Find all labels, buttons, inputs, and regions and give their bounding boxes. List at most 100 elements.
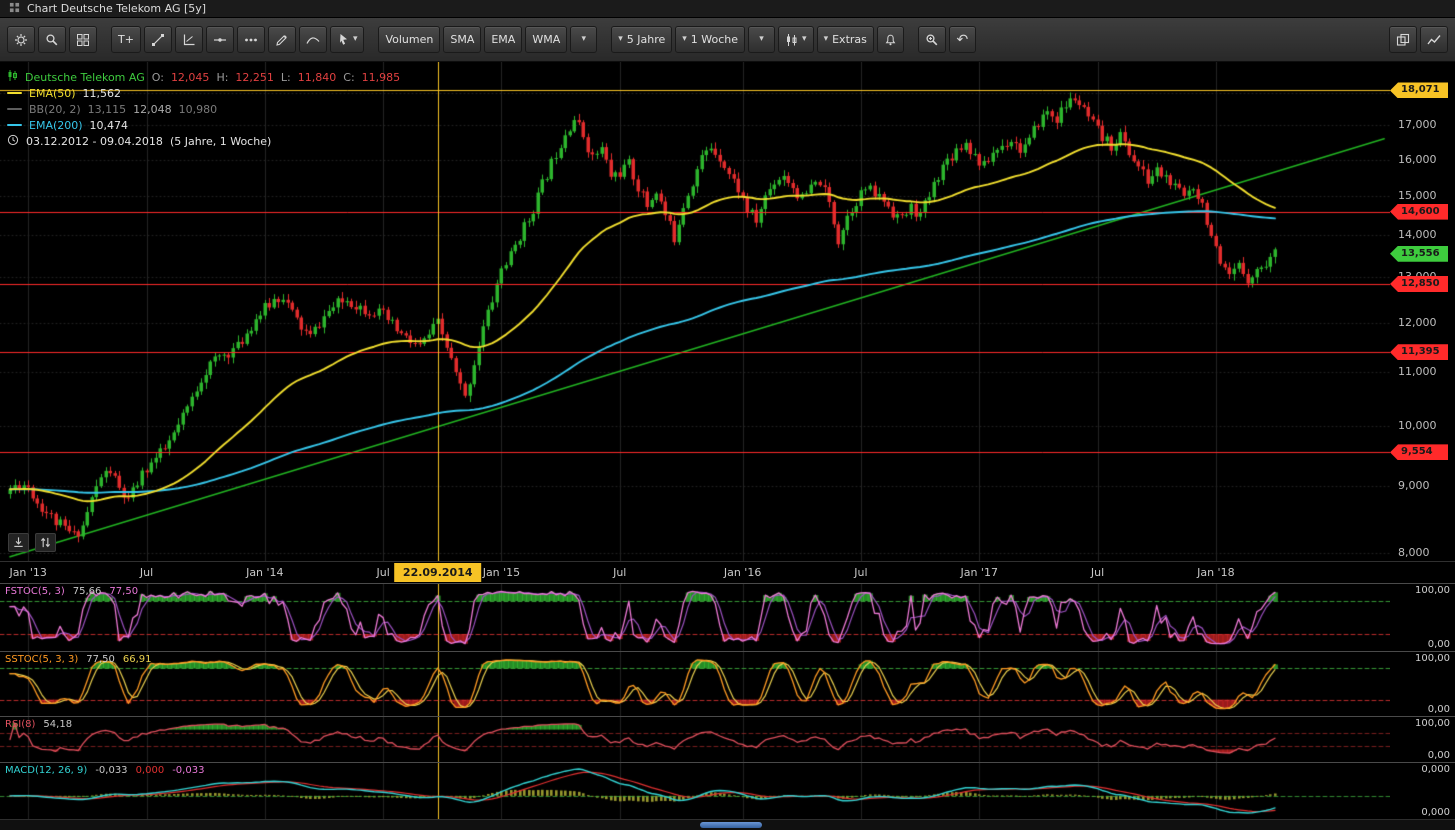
high-label: H: (216, 71, 228, 84)
pencil-icon (275, 33, 289, 47)
text-tool-button[interactable]: T+ (111, 26, 141, 53)
period-select-label: 5 Jahre (627, 33, 666, 46)
fstoc-label: FSTOC(5, 3) (5, 586, 65, 597)
sstoc-panel: SSTOC(5, 3, 3)77,5066,91100,000,00 (0, 651, 1455, 716)
bb-lower-value: 10,980 (179, 103, 218, 116)
time-axis: Jan '13JulJan '14JulJan '15JulJan '16Jul… (0, 561, 1455, 583)
macd-legend: MACD(12, 26, 9)-0,0330,000-0,033 (5, 765, 204, 776)
sma-toggle-label: SMA (450, 33, 474, 46)
fstoc-axis-top: 100,00 (1415, 585, 1450, 596)
wma-toggle-button[interactable]: WMA (525, 26, 567, 53)
time-axis-label: Jan '18 (1197, 566, 1234, 579)
time-axis-label: Jan '16 (724, 566, 761, 579)
text-tool-label: T+ (118, 33, 134, 46)
alert-bell-button[interactable] (877, 26, 904, 53)
reorder-panels-button[interactable] (35, 533, 56, 552)
macd-value: 0,000 (136, 765, 165, 776)
title-bar: Chart Deutsche Telekom AG [5y] (0, 0, 1455, 18)
sma-toggle-button[interactable]: SMA (443, 26, 481, 53)
range-info: (5 Jahre, 1 Woche) (170, 135, 271, 148)
rsi-axis-top: 100,00 (1415, 718, 1450, 729)
time-axis-label: Jan '17 (960, 566, 997, 579)
settings-button[interactable] (7, 26, 35, 53)
clock-icon (7, 134, 19, 149)
price-axis-label: 14,000 (1398, 228, 1437, 242)
ema200-value: 10,474 (90, 119, 129, 132)
trendline-tool-button[interactable] (144, 26, 172, 53)
caret-down-icon: ▾ (353, 35, 358, 44)
fstoc-canvas[interactable] (0, 584, 1390, 651)
ema200-label: EMA(200) (29, 119, 83, 132)
price-tag: 18,071 (1390, 82, 1448, 98)
candlestick-icon (7, 69, 18, 85)
cursor-icon (337, 33, 349, 46)
chart-legend: Deutsche Telekom AG O: 12,045 H: 12,251 … (7, 69, 400, 149)
rsi-value: 54,18 (43, 719, 72, 730)
crosshair-date-tag: 22.09.2014 (394, 563, 482, 582)
measure-icon (182, 33, 196, 47)
horizontal-scrollbar[interactable] (0, 819, 1455, 830)
rsi-axis-bottom: 0,00 (1428, 750, 1450, 761)
price-axis-label: 15,000 (1398, 189, 1437, 203)
chart-style-button[interactable] (1420, 26, 1448, 53)
low-label: L: (281, 71, 291, 84)
bb-upper-value: 13,115 (88, 103, 127, 116)
polyline-tool-button[interactable] (237, 26, 265, 53)
rsi-canvas[interactable] (0, 717, 1390, 762)
download-button[interactable] (8, 533, 29, 552)
scrollbar-thumb[interactable] (700, 822, 762, 828)
interval-more-button[interactable]: ▾ (748, 26, 775, 53)
legend-bb-row: BB(20, 2) 13,115 12,048 10,980 (7, 101, 400, 117)
price-axis-label: 16,000 (1398, 153, 1437, 167)
legend-ema200-row: EMA(200) 10,474 (7, 117, 400, 133)
rsi-panel: RSI(8)54,18100,000,00 (0, 716, 1455, 762)
indicator-more-button[interactable]: ▾ (570, 26, 597, 53)
charttype-select-button[interactable]: ▾ (778, 26, 814, 53)
magnifier-icon (45, 33, 59, 47)
caret-down-icon: ▾ (618, 35, 623, 44)
macd-canvas[interactable] (0, 763, 1390, 819)
extras-menu-button[interactable]: ▾Extras (817, 26, 874, 53)
macd-axis-top: 0,000 (1421, 764, 1450, 775)
ema-toggle-button[interactable]: EMA (484, 26, 522, 53)
measure-tool-button[interactable] (175, 26, 203, 53)
time-axis-label: Jul (376, 566, 389, 579)
bb-label: BB(20, 2) (29, 103, 81, 116)
fstoc-value: 75,66 (73, 586, 102, 597)
price-axis-label: 11,000 (1398, 365, 1437, 379)
sstoc-legend: SSTOC(5, 3, 3)77,5066,91 (5, 654, 152, 665)
caret-down-icon: ▾ (824, 35, 829, 44)
fstoc-legend: FSTOC(5, 3)75,6677,50 (5, 586, 138, 597)
macd-label: MACD(12, 26, 9) (5, 765, 87, 776)
search-button[interactable] (38, 26, 66, 53)
interval-select-button[interactable]: ▾1 Woche (675, 26, 745, 53)
price-axis-label: 9,000 (1398, 479, 1430, 493)
pointer-tool-button[interactable]: ▾ (330, 26, 365, 53)
chart-window: Chart Deutsche Telekom AG [5y] T+ ▾ Volume… (0, 0, 1455, 830)
price-axis-label: 17,000 (1398, 118, 1437, 132)
time-axis-label: Jan '14 (246, 566, 283, 579)
time-axis-label: Jul (1091, 566, 1104, 579)
arc-tool-button[interactable] (299, 26, 327, 53)
open-value: 12,045 (171, 71, 210, 84)
sstoc-canvas[interactable] (0, 652, 1390, 716)
freehand-tool-button[interactable] (268, 26, 296, 53)
caret-down-icon: ▾ (581, 35, 586, 44)
zoom-in-button[interactable] (918, 26, 946, 53)
zoom-icon (925, 33, 939, 47)
layout-button[interactable] (69, 26, 97, 53)
compare-charts-button[interactable] (1389, 26, 1417, 53)
volume-toggle-label: Volumen (385, 33, 433, 46)
bell-icon (884, 33, 897, 47)
chart-quick-actions (8, 533, 56, 552)
wma-toggle-label: WMA (532, 33, 560, 46)
volume-toggle-button[interactable]: Volumen (378, 26, 440, 53)
ema50-label: EMA(50) (29, 87, 76, 100)
price-axis-label: 8,000 (1398, 546, 1430, 560)
hline-tool-button[interactable] (206, 26, 234, 53)
period-select-button[interactable]: ▾ 5 Jahre (611, 26, 672, 53)
undo-button[interactable]: ↶ (949, 26, 976, 53)
grid-icon (76, 33, 90, 47)
fstoc-panel: FSTOC(5, 3)75,6677,50100,000,00 (0, 583, 1455, 651)
curve-icon (306, 33, 320, 47)
